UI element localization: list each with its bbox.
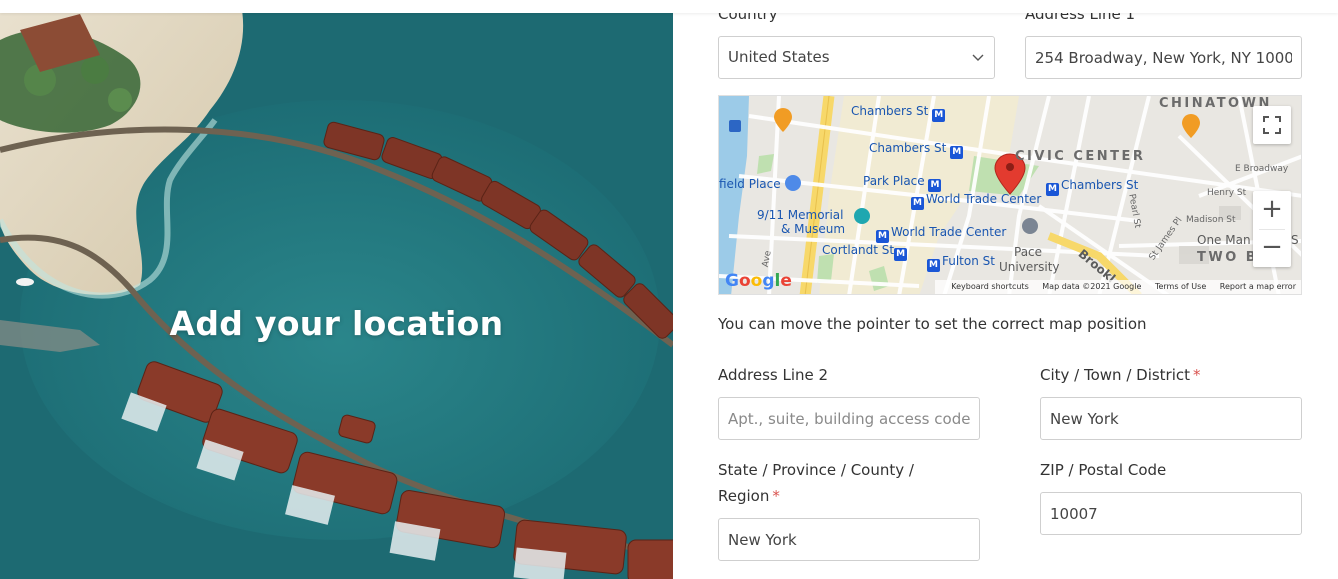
map-label-henry-st: Henry St (1207, 188, 1247, 198)
map-label-park-place: Park Place M (863, 174, 943, 192)
map-label-field-place: field Place (719, 177, 781, 191)
restaurant-icon (1182, 114, 1200, 138)
map-label-fulton: M Fulton St (927, 254, 995, 272)
zoom-controls: + − (1253, 191, 1291, 267)
metro-icon: M (928, 179, 942, 192)
metro-icon: M (1046, 183, 1059, 196)
city-label-text: City / Town / District (1040, 366, 1191, 384)
city-input[interactable] (1040, 397, 1302, 440)
state-label: State / Province / County / Region * (718, 457, 948, 509)
address-line-2-input[interactable] (718, 397, 980, 440)
city-label: City / Town / District * (1040, 362, 1201, 388)
fullscreen-icon (1263, 116, 1281, 134)
metro-icon: M (894, 248, 908, 261)
google-logo: Google (725, 271, 792, 291)
metro-icon: M (932, 109, 946, 122)
bus-icon (785, 175, 801, 191)
map-label-civic-center: CIVIC CENTER (1015, 149, 1146, 164)
map-label-madison-st: Madison St (1186, 215, 1236, 225)
state-input[interactable] (718, 518, 980, 561)
bus-icon (729, 120, 741, 132)
zoom-out-button[interactable]: − (1253, 229, 1291, 267)
map-label-e-broadway: E Broadway (1235, 164, 1289, 174)
metro-icon: M (927, 259, 940, 272)
map-label-chambers-st: Chambers St M (869, 141, 965, 159)
map-helper-text: You can move the pointer to set the corr… (718, 315, 1147, 333)
map-label-university: University (999, 260, 1060, 274)
map-label-chambers-st: M Chambers St (1046, 178, 1138, 196)
chevron-down-icon (972, 54, 984, 61)
metro-icon: M (911, 197, 924, 210)
map-label-chambers-st: Chambers St M (851, 104, 947, 122)
report-error-link[interactable]: Report a map error (1220, 282, 1296, 291)
zoom-in-button[interactable]: + (1253, 191, 1291, 229)
university-icon (1022, 218, 1038, 234)
map-label-world-trade-center: M World Trade Center (876, 225, 1006, 243)
location-map[interactable]: CHINATOWN CIVIC CENTER TWO BRID Chambers… (718, 95, 1302, 295)
terms-link[interactable]: Terms of Use (1155, 282, 1206, 291)
zip-input[interactable] (1040, 492, 1302, 535)
map-label-world-trade-center: M World Trade Center (911, 192, 1041, 210)
museum-icon (854, 208, 870, 224)
fullscreen-button[interactable] (1253, 106, 1291, 144)
metro-icon: M (950, 146, 964, 159)
address-line-1-input[interactable] (1025, 36, 1302, 79)
resort-aerial-illustration (0, 0, 673, 579)
required-mark: * (1193, 366, 1201, 384)
hero-title: Add your location (169, 304, 504, 343)
map-label-cortlandt: Cortlandt St M (822, 243, 909, 261)
zip-label: ZIP / Postal Code (1040, 461, 1167, 479)
address-line-2-label: Address Line 2 (718, 366, 829, 384)
top-bar (0, 0, 1338, 13)
map-label-memorial: 9/11 Memorial (757, 208, 844, 222)
country-select[interactable]: United States (718, 36, 995, 79)
hero-image: Add your location (0, 0, 673, 579)
metro-icon: M (876, 230, 889, 243)
state-label-text: State / Province / County / Region (718, 461, 914, 505)
map-label-pace: Pace (1014, 245, 1043, 259)
map-label-one-man: One Man (1197, 233, 1251, 247)
map-label-s: S (1291, 233, 1299, 247)
keyboard-shortcuts-link[interactable]: Keyboard shortcuts (951, 282, 1028, 291)
country-value: United States (728, 48, 830, 66)
map-data-text: Map data ©2021 Google (1042, 282, 1142, 291)
required-mark: * (772, 487, 780, 505)
map-attribution: Keyboard shortcuts Map data ©2021 Google… (935, 280, 1301, 294)
map-label-museum: & Museum (781, 222, 846, 236)
